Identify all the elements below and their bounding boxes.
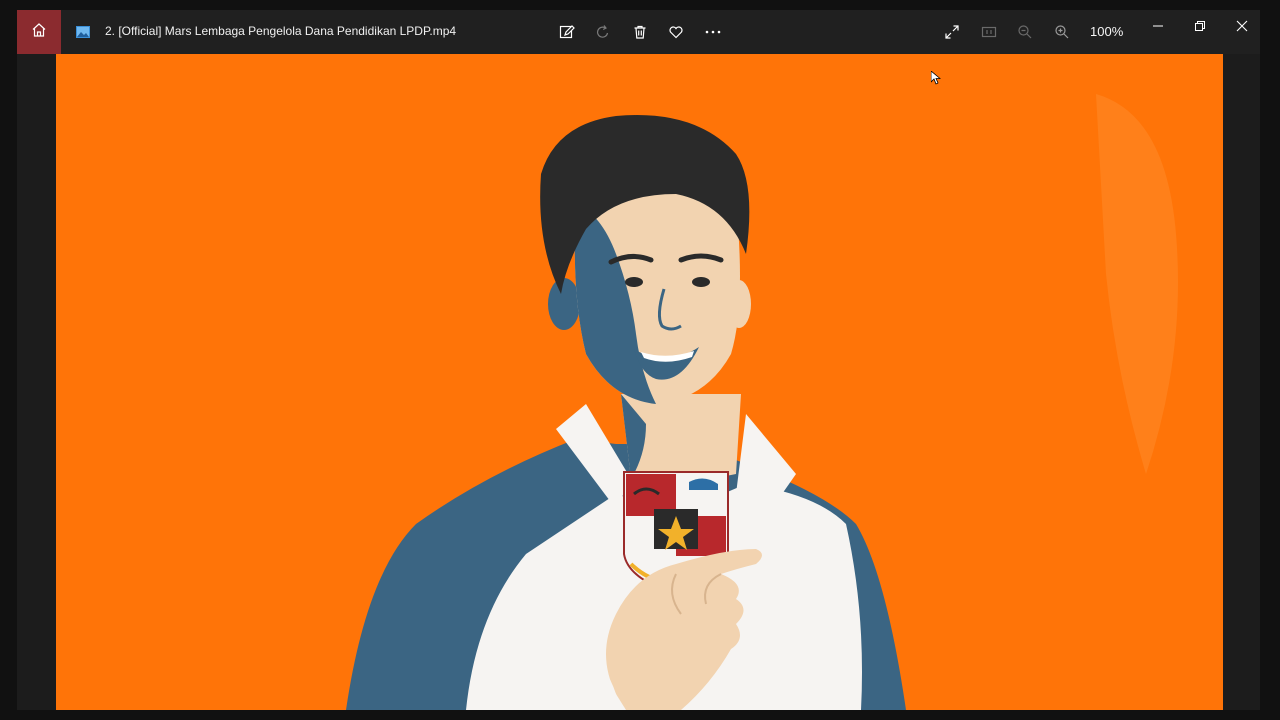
- actual-size-icon: [981, 24, 997, 40]
- window-title: 2. [Official] Mars Lembaga Pengelola Dan…: [105, 24, 457, 38]
- close-icon: [1236, 20, 1248, 32]
- expand-icon: [944, 24, 960, 40]
- zoom-in-button[interactable]: [1050, 20, 1074, 44]
- more-button[interactable]: [701, 20, 725, 44]
- photos-app-window: 2. [Official] Mars Lembaga Pengelola Dan…: [17, 10, 1260, 710]
- edit-button[interactable]: [555, 20, 579, 44]
- minimize-icon: [1152, 20, 1164, 32]
- restore-icon: [1194, 20, 1206, 32]
- trash-icon: [632, 24, 648, 40]
- video-frame[interactable]: [56, 54, 1223, 710]
- close-button[interactable]: [1230, 14, 1254, 38]
- favorite-button[interactable]: [664, 20, 688, 44]
- titlebar: 2. [Official] Mars Lembaga Pengelola Dan…: [17, 10, 1260, 54]
- rotate-button[interactable]: [591, 20, 615, 44]
- edit-image-icon: [559, 24, 575, 40]
- home-icon: [31, 22, 47, 43]
- restore-button[interactable]: [1188, 14, 1212, 38]
- zoom-level[interactable]: 100%: [1090, 24, 1123, 39]
- fullscreen-button[interactable]: [940, 20, 964, 44]
- home-button[interactable]: [17, 10, 61, 54]
- zoom-out-icon: [1017, 24, 1033, 40]
- actual-size-button[interactable]: [977, 20, 1001, 44]
- heart-icon: [668, 24, 684, 40]
- zoom-in-icon: [1054, 24, 1070, 40]
- delete-button[interactable]: [628, 20, 652, 44]
- illustration-man-with-emblem: [346, 94, 1178, 710]
- image-file-icon: [76, 25, 90, 38]
- mouse-cursor-icon: [930, 70, 942, 90]
- more-options-icon: [704, 24, 722, 40]
- zoom-out-button[interactable]: [1013, 20, 1037, 44]
- rotate-icon: [595, 24, 611, 40]
- minimize-button[interactable]: [1146, 14, 1170, 38]
